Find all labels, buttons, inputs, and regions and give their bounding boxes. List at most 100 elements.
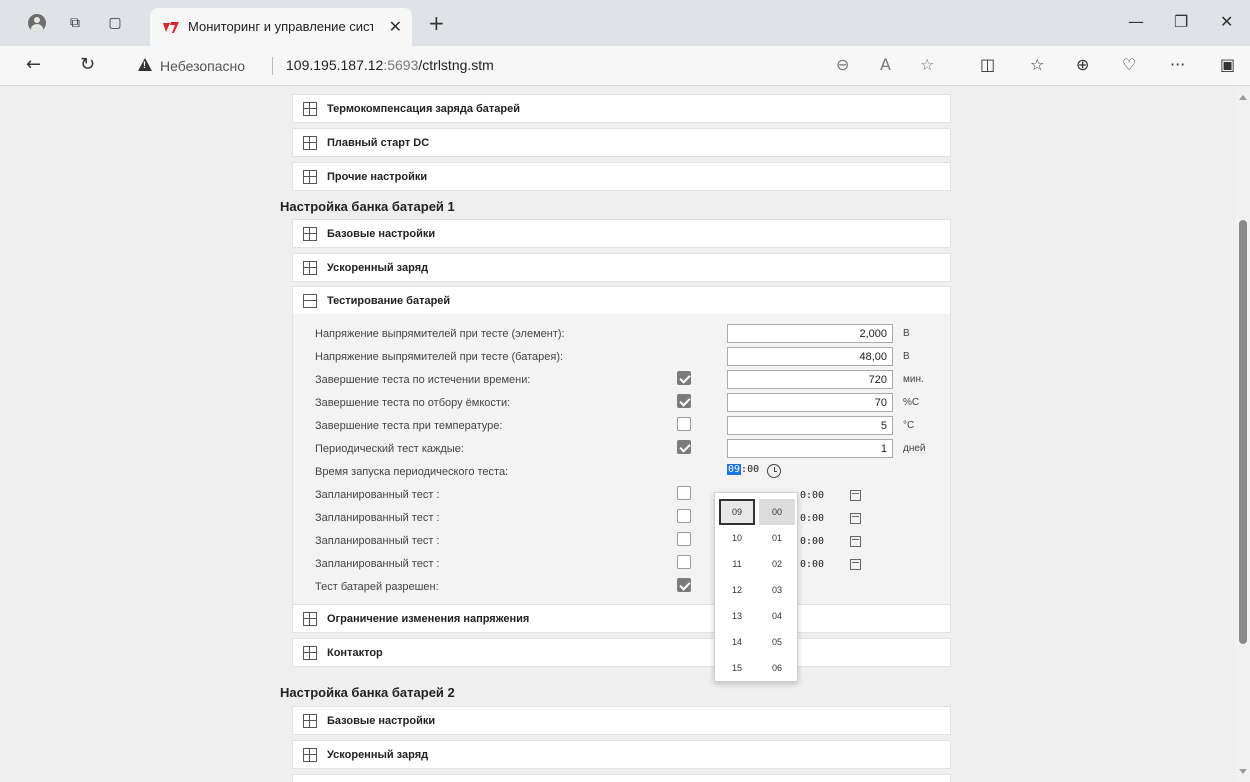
- page-scrollbar[interactable]: [1236, 87, 1250, 782]
- panel-other-settings[interactable]: Прочие настройки: [292, 162, 951, 191]
- scheduled-datetime-3[interactable]: 0:00: [800, 536, 861, 547]
- address-separator: [272, 57, 273, 75]
- row-label: Периодический тест каждые:: [315, 443, 464, 455]
- tab-title: Мониторинг и управление сист: [188, 19, 373, 34]
- vertical-tabs-icon[interactable]: ▢: [104, 12, 126, 34]
- hour-segment[interactable]: 09: [727, 464, 742, 475]
- scheduled-datetime-4[interactable]: 0:00: [800, 559, 861, 570]
- cell-voltage-input[interactable]: 2,000: [727, 324, 893, 343]
- hour-option[interactable]: 14: [719, 629, 755, 655]
- expand-icon: [303, 227, 317, 241]
- end-by-capacity-input[interactable]: 70: [727, 393, 893, 412]
- panel-bank2-boost[interactable]: Ускоренный заряд: [292, 740, 951, 769]
- hour-column[interactable]: 09 10 11 12 13 14 15: [719, 499, 755, 681]
- panel-title: Ускоренный заряд: [327, 262, 429, 274]
- scroll-down-arrow-icon[interactable]: [1239, 769, 1247, 774]
- collapse-icon: [303, 294, 317, 308]
- scheduled-test-checkbox-3[interactable]: [677, 532, 691, 546]
- unit-label: °С: [903, 420, 915, 431]
- scheduled-test-checkbox-2[interactable]: [677, 509, 691, 523]
- warning-icon[interactable]: [138, 58, 152, 71]
- hour-option[interactable]: 09: [719, 499, 755, 525]
- calendar-icon[interactable]: [850, 513, 861, 524]
- workspaces-icon[interactable]: ⧉: [64, 12, 86, 34]
- hour-option[interactable]: 13: [719, 603, 755, 629]
- periodic-test-checkbox[interactable]: [677, 440, 691, 454]
- row-label: Запланированный тест :: [315, 512, 440, 524]
- favorites-icon[interactable]: ☆: [1030, 55, 1044, 74]
- active-tab[interactable]: Мониторинг и управление сист ✕: [150, 8, 412, 46]
- scheduled-test-checkbox-4[interactable]: [677, 555, 691, 569]
- minimize-icon[interactable]: —: [1128, 12, 1144, 31]
- scheduled-datetime-2[interactable]: 0:00: [800, 513, 861, 524]
- split-screen-icon[interactable]: ◫: [980, 55, 995, 74]
- browser-essentials-icon[interactable]: ♡: [1122, 55, 1136, 74]
- panel-soft-start[interactable]: Плавный старт DC: [292, 128, 951, 157]
- hour-option[interactable]: 11: [719, 551, 755, 577]
- calendar-icon[interactable]: [850, 490, 861, 501]
- minute-column[interactable]: 00 01 02 03 04 05 06: [759, 499, 795, 681]
- panel-bank1-boost[interactable]: Ускоренный заряд: [292, 253, 951, 282]
- back-icon[interactable]: ←: [26, 54, 41, 75]
- end-by-capacity-checkbox[interactable]: [677, 394, 691, 408]
- clock-icon[interactable]: [767, 464, 781, 478]
- periodic-test-input[interactable]: 1: [727, 439, 893, 458]
- bank2-title: Настройка банка батарей 2: [280, 685, 455, 700]
- panel-bank1-testing[interactable]: Тестирование батарей: [292, 286, 951, 315]
- url-host: 109.195.187.12: [286, 57, 384, 73]
- insecure-label[interactable]: Небезопасно: [160, 58, 245, 74]
- address-bar: ← ↻ Небезопасно 109.195.187.12:5693/ctrl…: [0, 46, 1250, 86]
- refresh-icon[interactable]: ↻: [80, 54, 95, 75]
- restore-icon[interactable]: ❐: [1174, 12, 1188, 31]
- panel-voltage-rate-limit[interactable]: Ограничение изменения напряжения: [292, 604, 951, 633]
- scheduled-test-checkbox-1[interactable]: [677, 486, 691, 500]
- panel-title: Ускоренный заряд: [327, 749, 429, 761]
- scrollbar-thumb[interactable]: [1239, 220, 1247, 644]
- url-field[interactable]: 109.195.187.12:5693/ctrlstng.stm: [286, 57, 494, 73]
- favorite-star-icon[interactable]: ☆: [920, 55, 934, 74]
- more-menu-icon[interactable]: ···: [1170, 55, 1185, 74]
- calendar-icon[interactable]: [850, 536, 861, 547]
- minute-option[interactable]: 06: [759, 655, 795, 681]
- minute-segment[interactable]: :00: [741, 464, 759, 475]
- minute-option[interactable]: 01: [759, 525, 795, 551]
- minute-option[interactable]: 02: [759, 551, 795, 577]
- end-by-time-input[interactable]: 720: [727, 370, 893, 389]
- close-tab-icon[interactable]: ✕: [389, 17, 402, 36]
- hour-option[interactable]: 12: [719, 577, 755, 603]
- battery-test-body: Напряжение выпрямителей при тесте (элеме…: [292, 314, 951, 604]
- end-by-temperature-checkbox[interactable]: [677, 417, 691, 431]
- start-time-input[interactable]: 09:00: [727, 464, 807, 482]
- zoom-icon[interactable]: ⊖: [836, 55, 849, 74]
- panel-thermo-compensation[interactable]: Термокомпенсация заряда батарей: [292, 94, 951, 123]
- minute-option[interactable]: 03: [759, 577, 795, 603]
- minute-option[interactable]: 04: [759, 603, 795, 629]
- end-by-time-checkbox[interactable]: [677, 371, 691, 385]
- panel-contactor[interactable]: Контактор: [292, 638, 951, 667]
- battery-voltage-input[interactable]: 48,00: [727, 347, 893, 366]
- profile-icon[interactable]: [28, 14, 46, 32]
- row-label: Завершение теста по истечении времени:: [315, 374, 531, 386]
- bank1-title: Настройка банка батарей 1: [280, 199, 455, 214]
- read-aloud-icon[interactable]: A: [880, 55, 891, 74]
- row-label: Завершение теста при температуре:: [315, 420, 503, 432]
- collections-icon[interactable]: ⊕: [1076, 55, 1089, 74]
- panel-bank1-basic[interactable]: Базовые настройки: [292, 219, 951, 248]
- new-tab-button[interactable]: +: [428, 11, 445, 35]
- panel-bank2-next[interactable]: [292, 774, 951, 782]
- end-by-temperature-input[interactable]: 5: [727, 416, 893, 435]
- expand-icon: [303, 261, 317, 275]
- close-window-icon[interactable]: ✕: [1220, 12, 1233, 31]
- hour-option[interactable]: 10: [719, 525, 755, 551]
- minute-option[interactable]: 00: [759, 499, 795, 525]
- calendar-icon[interactable]: [850, 559, 861, 570]
- url-port: :5693: [383, 57, 419, 73]
- panel-bank2-basic[interactable]: Базовые настройки: [292, 706, 951, 735]
- scroll-up-arrow-icon[interactable]: [1239, 95, 1247, 100]
- expand-icon: [303, 612, 317, 626]
- sidebar-toggle-icon[interactable]: ▣: [1220, 55, 1235, 74]
- hour-option[interactable]: 15: [719, 655, 755, 681]
- test-allowed-checkbox[interactable]: [677, 578, 691, 592]
- minute-option[interactable]: 05: [759, 629, 795, 655]
- scheduled-datetime-1[interactable]: 0:00: [800, 490, 861, 501]
